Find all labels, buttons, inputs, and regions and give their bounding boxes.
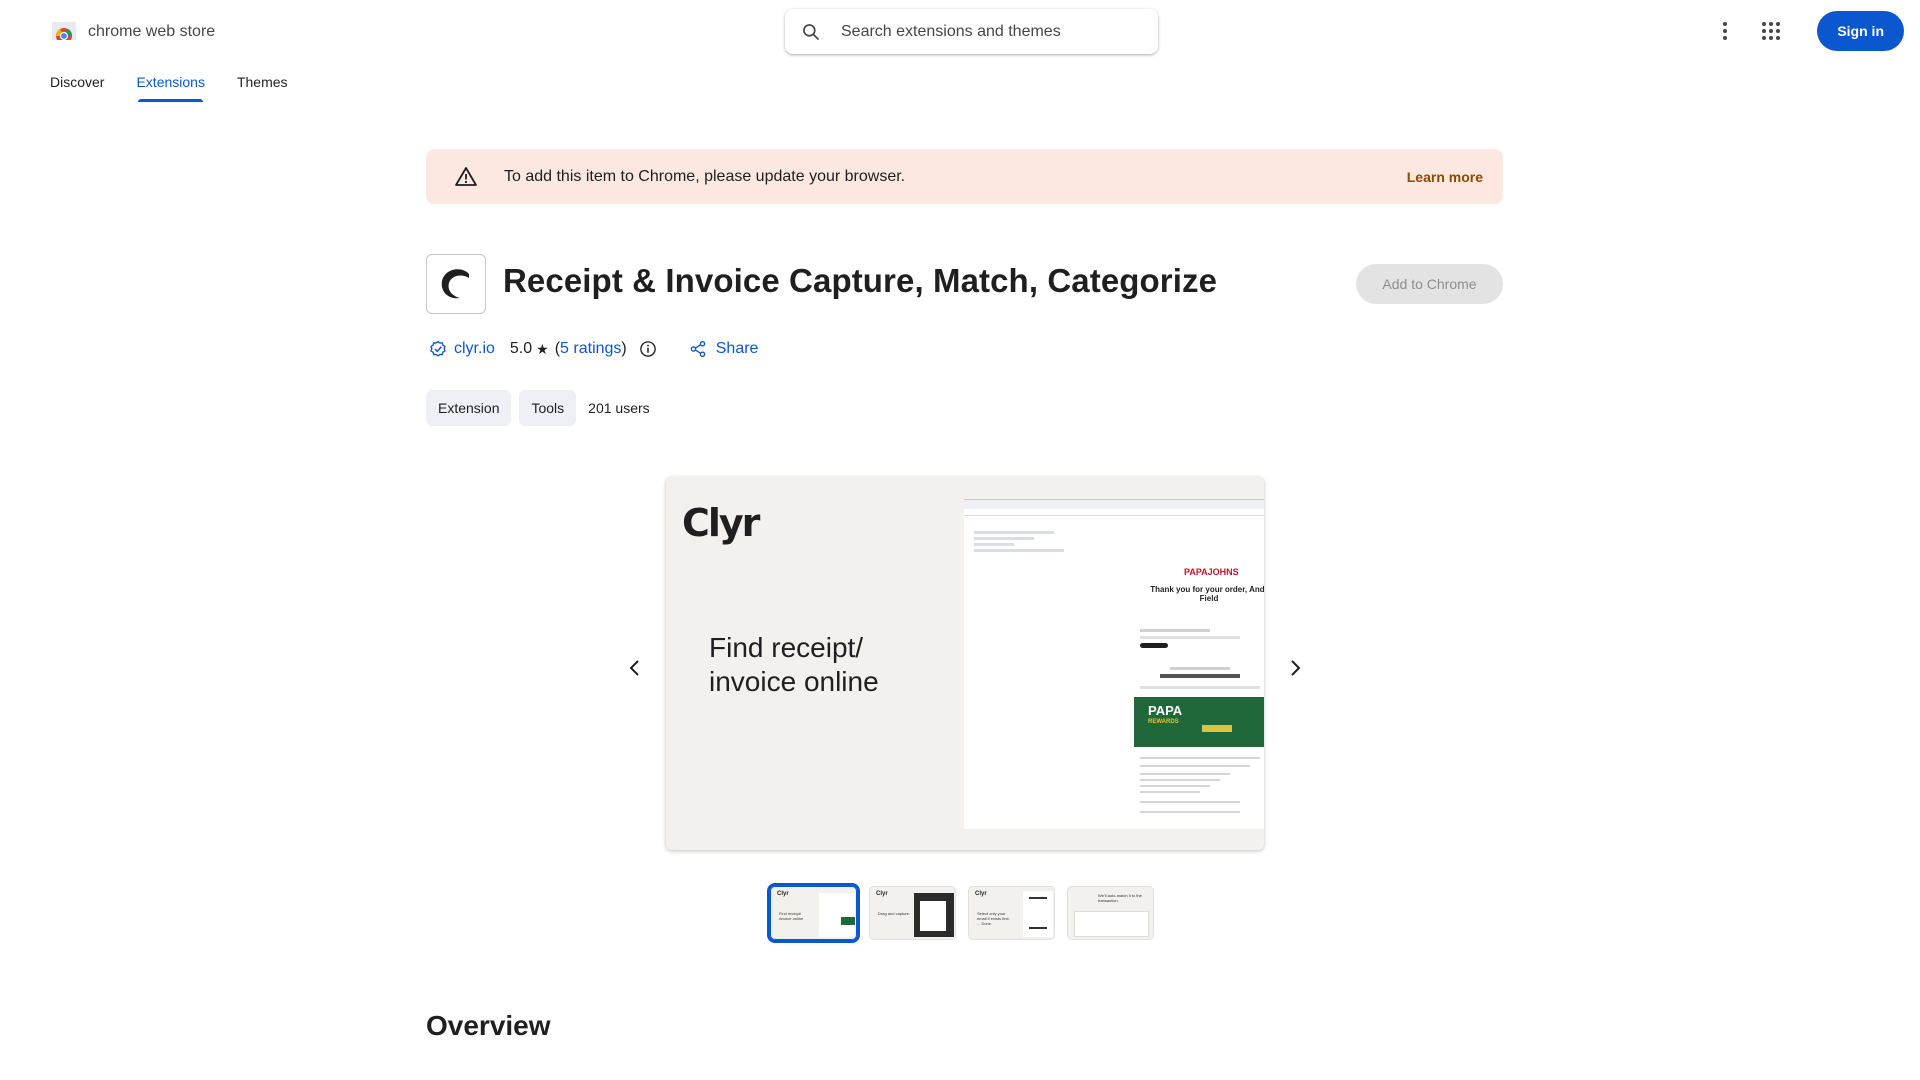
thumbnail-1-caption: Find receipt/ invoice online xyxy=(779,911,804,921)
update-browser-banner: To add this item to Chrome, please updat… xyxy=(426,149,1503,204)
verified-badge-icon xyxy=(430,340,446,357)
clyr-logo-icon xyxy=(441,269,469,299)
store-brand-text: chrome web store xyxy=(88,23,216,40)
email-thanks: Thank you for your order, Andr Field xyxy=(1150,585,1264,603)
extension-logo xyxy=(426,254,486,314)
info-icon[interactable] xyxy=(639,340,657,358)
chevron-right-icon xyxy=(1291,660,1301,676)
learn-more-link[interactable]: Learn more xyxy=(1407,169,1483,185)
slide-caption-line-1: Find receipt/ xyxy=(709,632,864,663)
slide-caption-line-2: invoice online xyxy=(709,666,879,697)
thumbnail-3[interactable]: Clyr Select only your email if exists fi… xyxy=(968,886,1055,940)
star-icon: ★ xyxy=(536,340,549,357)
thumbnail-4[interactable]: We'll auto-match it to the transaction. xyxy=(1067,886,1154,940)
ratings-count-link[interactable]: 5 ratings xyxy=(560,340,621,357)
slide-brand-logo: Clyr xyxy=(682,501,760,545)
chrome-web-store-icon xyxy=(50,18,78,46)
chip-tools[interactable]: Tools xyxy=(519,390,577,426)
chevron-left-icon xyxy=(629,660,639,676)
rating-value: 5.0 xyxy=(509,340,533,357)
email-preview: PAPAJOHNS Thank you for your order, Andr… xyxy=(964,499,1264,829)
extension-meta: clyr.io 5.0 ★ (5 ratings) Share xyxy=(429,340,758,358)
nav-discover[interactable]: Discover xyxy=(50,74,104,102)
thumbnail-strip: Clyr Find receipt/ invoice online Clyr D… xyxy=(767,883,1154,943)
email-rewards-banner: PAPA REWARDS xyxy=(1134,697,1264,747)
chip-extension[interactable]: Extension xyxy=(426,390,512,426)
sign-in-button[interactable]: Sign in xyxy=(1817,11,1904,51)
carousel-next-button[interactable] xyxy=(1283,656,1307,680)
warning-icon xyxy=(455,166,477,186)
search-input[interactable] xyxy=(841,22,1141,41)
store-logo[interactable]: chrome web store xyxy=(50,20,215,44)
thumbnail-3-caption: Select only your email if exists first. … xyxy=(977,911,1010,926)
nav-themes[interactable]: Themes xyxy=(237,74,288,102)
main-nav: Discover Extensions Themes xyxy=(50,74,320,102)
search-icon xyxy=(803,23,820,40)
thumbnail-1-brand: Clyr xyxy=(777,891,789,897)
thumbnail-1[interactable]: Clyr Find receipt/ invoice online xyxy=(767,883,860,943)
email-toolbar xyxy=(964,499,1264,509)
banner-message: To add this item to Chrome, please updat… xyxy=(504,167,906,185)
category-chips: Extension Tools 201 users xyxy=(426,390,650,426)
overview-heading: Overview xyxy=(426,1010,551,1041)
apps-grid-icon[interactable] xyxy=(1759,19,1783,43)
nav-extensions[interactable]: Extensions xyxy=(136,74,205,102)
ratings-close-paren: ) xyxy=(621,340,627,357)
slide-caption: Find receipt/ invoice online xyxy=(709,631,909,699)
rewards-sub: REWARDS xyxy=(1148,719,1179,725)
share-label: Share xyxy=(715,340,759,357)
publisher-link[interactable]: clyr.io xyxy=(454,340,495,358)
add-to-chrome-button[interactable]: Add to Chrome xyxy=(1356,264,1503,304)
email-papa-logo: PAPAJOHNS xyxy=(1184,567,1239,577)
search-box[interactable] xyxy=(785,9,1158,54)
thumbnail-4-caption: We'll auto-match it to the transaction. xyxy=(1098,893,1142,903)
extension-title: Receipt & Invoice Capture, Match, Catego… xyxy=(503,262,1218,299)
share-button[interactable]: Share xyxy=(689,340,759,358)
carousel-prev-button[interactable] xyxy=(623,656,647,680)
thumbnail-2-caption: Drag and capture. xyxy=(878,911,911,916)
thumbnail-2-brand: Clyr xyxy=(876,891,888,897)
share-icon xyxy=(690,340,706,358)
more-options-icon[interactable] xyxy=(1713,19,1737,43)
rewards-title: PAPA xyxy=(1148,703,1183,718)
thumbnail-3-brand: Clyr xyxy=(975,891,987,897)
screenshot-carousel[interactable]: Clyr Find receipt/ invoice online PAPAJO… xyxy=(666,477,1264,850)
user-count: 201 users xyxy=(588,400,650,416)
thumbnail-2[interactable]: Clyr Drag and capture. xyxy=(869,886,956,940)
